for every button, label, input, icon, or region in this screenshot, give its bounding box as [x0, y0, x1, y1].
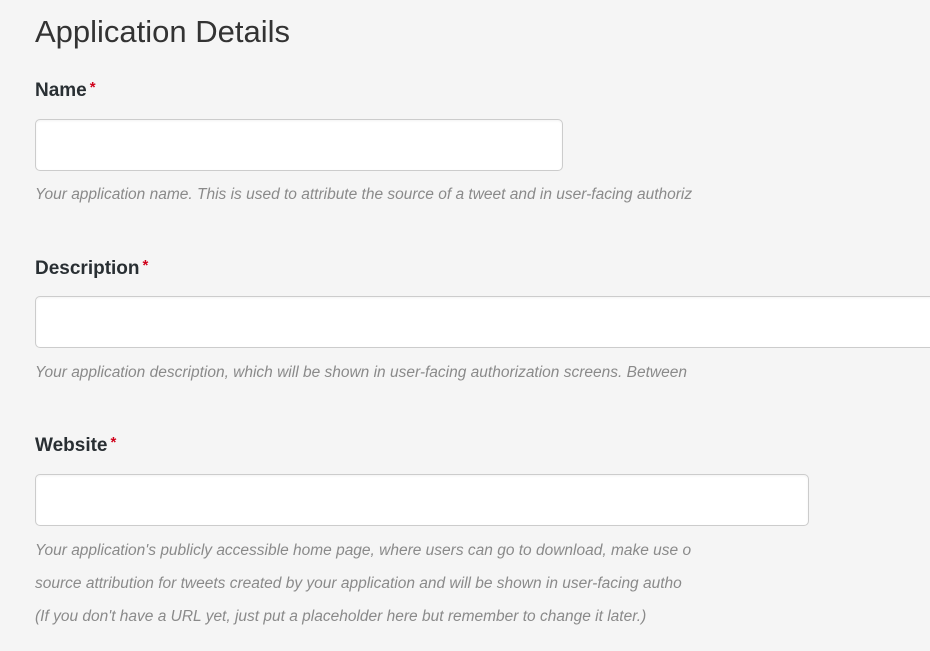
name-label: Name *: [35, 79, 96, 102]
section-title: Application Details: [35, 14, 291, 49]
description-required-marker: *: [142, 257, 149, 274]
website-required-marker: *: [110, 434, 117, 451]
name-help-text: Your application name. This is used to a…: [35, 186, 693, 203]
description-help-text: Your application description, which will…: [35, 364, 687, 381]
name-required-marker: *: [89, 79, 96, 96]
website-label: Website *: [35, 434, 117, 457]
application-details-form: Application Details Name * Your applicati…: [35, 0, 930, 651]
name-label-text: Name: [35, 80, 87, 101]
website-input[interactable]: [35, 474, 809, 526]
website-help-text: Your application's publicly accessible h…: [35, 534, 930, 633]
website-help-line: (If you don't have a URL yet, just put a…: [35, 608, 647, 625]
name-input[interactable]: [35, 119, 563, 171]
website-help-line: source attribution for tweets created by…: [35, 575, 682, 592]
description-input[interactable]: [35, 296, 930, 348]
website-help-line: Your application's publicly accessible h…: [35, 542, 692, 559]
website-label-text: Website: [35, 435, 108, 456]
description-label-text: Description: [35, 258, 140, 279]
description-label: Description *: [35, 257, 149, 280]
